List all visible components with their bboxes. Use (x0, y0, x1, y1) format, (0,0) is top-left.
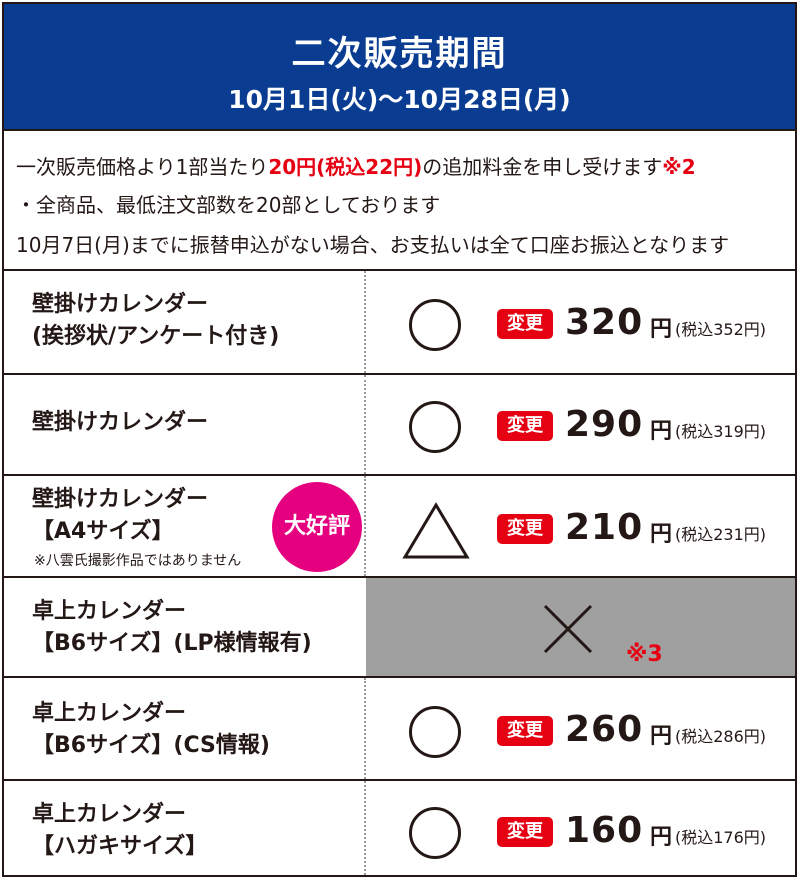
table-row: 壁掛けカレンダー 【A4サイズ】 ※八雲氏撮影作品ではありません 大好評 変更 … (4, 476, 795, 578)
product-name-line: 【B6サイズ】(LP様情報有) (32, 631, 312, 656)
product-name: 壁掛けカレンダー 【A4サイズ】 (32, 484, 208, 548)
price-value: 290 (565, 404, 644, 445)
surcharge-amount: 20円(税込22円) (268, 155, 423, 179)
footnote-ref: ※3 (626, 642, 663, 667)
price-unit: 円 (650, 522, 673, 547)
product-name-line: 卓上カレンダー (32, 802, 187, 827)
price-tax-included: (税込286円) (675, 727, 767, 746)
table-row: 卓上カレンダー 【B6サイズ】(LP様情報有) ※3 (4, 578, 795, 678)
triangle-icon (402, 502, 470, 559)
table-row: 壁掛けカレンダー 変更 290 円 (税込319円) (4, 375, 795, 476)
product-name: 卓上カレンダー 【B6サイズ】(CS情報) (32, 698, 270, 762)
product-name-line: 壁掛けカレンダー (32, 410, 209, 435)
changed-badge: 変更 (497, 309, 553, 339)
circle-icon (409, 706, 461, 758)
notes-section: 一次販売価格より1部当たり20円(税込22円)の追加料金を申し受けます※2 ・全… (4, 131, 795, 271)
price-table: 二次販売期間 10月1日(火)〜10月28日(月) 一次販売価格より1部当たり2… (2, 2, 797, 877)
cross-icon (543, 604, 593, 654)
table-row: 卓上カレンダー 【ハガキサイズ】 変更 160 円 (税込176円) (4, 781, 795, 875)
footnote-ref: ※2 (662, 155, 696, 179)
note-minimum-order: ・全商品、最低注文部数を20部としております (16, 193, 441, 217)
column-divider (364, 678, 366, 779)
price-tax-included: (税込319円) (675, 422, 767, 441)
price-unit: 円 (650, 724, 673, 749)
note-text: の追加料金を申し受けます (422, 155, 663, 179)
table-row: 卓上カレンダー 【B6サイズ】(CS情報) 変更 260 円 (税込286円) (4, 678, 795, 781)
changed-badge: 変更 (497, 817, 553, 847)
price-value: 260 (565, 709, 644, 750)
product-name: 壁掛けカレンダー (挨拶状/アンケート付き) (32, 289, 279, 353)
product-name: 壁掛けカレンダー (32, 407, 208, 439)
popular-badge: 大好評 (272, 482, 362, 572)
circle-icon (409, 401, 461, 453)
product-name-line: 【A4サイズ】 (32, 519, 174, 544)
product-name-line: 壁掛けカレンダー (32, 292, 209, 317)
changed-badge: 変更 (497, 411, 553, 441)
header: 二次販売期間 10月1日(火)〜10月28日(月) (4, 4, 795, 131)
note-surcharge: 一次販売価格より1部当たり20円(税込22円)の追加料金を申し受けます※2 (16, 149, 696, 185)
note-text: 一次販売価格より1部当たり (16, 155, 269, 179)
price-unit: 円 (650, 317, 673, 342)
product-name-line: (挨拶状/アンケート付き) (32, 324, 280, 349)
price-value: 160 (565, 810, 644, 851)
circle-icon (409, 807, 461, 859)
page-title: 二次販売期間 (291, 34, 508, 74)
product-subnote: ※八雲氏撮影作品ではありません (34, 553, 242, 569)
price-tax-included: (税込231円) (675, 525, 767, 544)
price-value: 320 (565, 302, 644, 343)
price-tax-included: (税込176円) (675, 828, 767, 847)
sale-period: 10月1日(火)〜10月28日(月) (228, 85, 571, 114)
product-name: 卓上カレンダー 【B6サイズ】(LP様情報有) (32, 596, 312, 660)
column-divider (364, 476, 366, 576)
product-name-line: 【ハガキサイズ】 (32, 834, 208, 859)
circle-icon (409, 299, 461, 351)
note-payment: 10月7日(月)までに振替申込がない場合、お支払いは全て口座お振込となります (16, 233, 730, 257)
price-value: 210 (565, 507, 644, 548)
price-unit: 円 (650, 825, 673, 850)
product-name-line: 卓上カレンダー (32, 599, 187, 624)
changed-badge: 変更 (497, 514, 553, 544)
product-name-line: 壁掛けカレンダー (32, 487, 209, 512)
product-name-line: 【B6サイズ】(CS情報) (32, 733, 270, 758)
price-tax-included: (税込352円) (675, 320, 767, 339)
column-divider (364, 781, 366, 875)
column-divider (364, 375, 366, 474)
column-divider (364, 271, 366, 373)
product-name: 卓上カレンダー 【ハガキサイズ】 (32, 799, 207, 863)
product-name-line: 卓上カレンダー (32, 701, 187, 726)
changed-badge: 変更 (497, 716, 553, 746)
table-row: 壁掛けカレンダー (挨拶状/アンケート付き) 変更 320 円 (税込352円) (4, 271, 795, 375)
price-unit: 円 (650, 419, 673, 444)
